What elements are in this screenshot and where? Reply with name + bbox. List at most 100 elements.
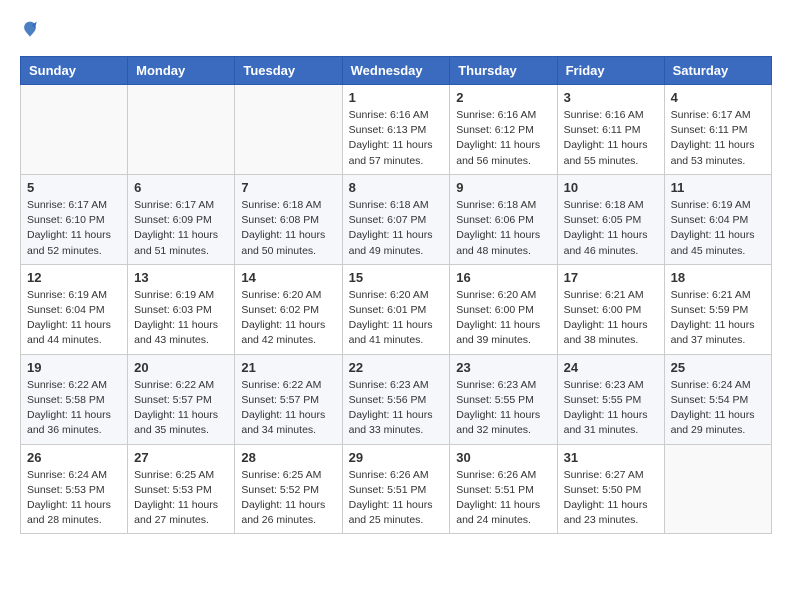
day-info: Sunrise: 6:16 AM Sunset: 6:12 PM Dayligh… [456, 108, 550, 169]
day-number: 8 [349, 180, 444, 195]
day-info: Sunrise: 6:22 AM Sunset: 5:57 PM Dayligh… [134, 378, 228, 439]
day-number: 21 [241, 360, 335, 375]
day-info: Sunrise: 6:22 AM Sunset: 5:58 PM Dayligh… [27, 378, 121, 439]
day-number: 16 [456, 270, 550, 285]
day-info: Sunrise: 6:26 AM Sunset: 5:51 PM Dayligh… [456, 468, 550, 529]
calendar-week-row: 19 Sunrise: 6:22 AM Sunset: 5:58 PM Dayli… [21, 354, 772, 444]
day-number: 25 [671, 360, 765, 375]
logo [20, 20, 44, 40]
calendar-cell: 3Sunrise: 6:16 AM Sunset: 6:11 PM Daylig… [557, 85, 664, 175]
calendar-cell: 8 Sunrise: 6:18 AM Sunset: 6:07 PM Daylig… [342, 174, 450, 264]
calendar-cell: 22Sunrise: 6:23 AM Sunset: 5:56 PM Dayli… [342, 354, 450, 444]
logo-icon [20, 20, 40, 40]
day-info: Sunrise: 6:24 AM Sunset: 5:54 PM Dayligh… [671, 378, 765, 439]
calendar-cell: 27 Sunrise: 6:25 AM Sunset: 5:53 PM Dayli… [128, 444, 235, 534]
day-info: Sunrise: 6:21 AM Sunset: 6:00 PM Dayligh… [564, 288, 658, 349]
day-info: Sunrise: 6:25 AM Sunset: 5:52 PM Dayligh… [241, 468, 335, 529]
day-info: Sunrise: 6:26 AM Sunset: 5:51 PM Dayligh… [349, 468, 444, 529]
calendar-cell: 26 Sunrise: 6:24 AM Sunset: 5:53 PM Dayli… [21, 444, 128, 534]
day-info: Sunrise: 6:23 AM Sunset: 5:55 PM Dayligh… [564, 378, 658, 439]
calendar-week-row: 5 Sunrise: 6:17 AM Sunset: 6:10 PM Daylig… [21, 174, 772, 264]
day-number: 2 [456, 90, 550, 105]
day-info: Sunrise: 6:22 AM Sunset: 5:57 PM Dayligh… [241, 378, 335, 439]
calendar-header-thursday: Thursday [450, 57, 557, 85]
day-info: Sunrise: 6:18 AM Sunset: 6:08 PM Dayligh… [241, 198, 335, 259]
calendar-cell: 20 Sunrise: 6:22 AM Sunset: 5:57 PM Dayli… [128, 354, 235, 444]
day-info: Sunrise: 6:21 AM Sunset: 5:59 PM Dayligh… [671, 288, 765, 349]
calendar-cell: 21 Sunrise: 6:22 AM Sunset: 5:57 PM Dayli… [235, 354, 342, 444]
day-info: Sunrise: 6:18 AM Sunset: 6:07 PM Dayligh… [349, 198, 444, 259]
day-number: 13 [134, 270, 228, 285]
calendar-cell: 28 Sunrise: 6:25 AM Sunset: 5:52 PM Dayli… [235, 444, 342, 534]
calendar-cell: 16 Sunrise: 6:20 AM Sunset: 6:00 PM Dayli… [450, 264, 557, 354]
calendar-header-friday: Friday [557, 57, 664, 85]
calendar-cell: 24 Sunrise: 6:23 AM Sunset: 5:55 PM Dayli… [557, 354, 664, 444]
day-number: 5 [27, 180, 121, 195]
day-number: 12 [27, 270, 121, 285]
calendar-cell [128, 85, 235, 175]
day-number: 1 [349, 90, 444, 105]
day-number: 4 [671, 90, 765, 105]
day-number: 18 [671, 270, 765, 285]
day-number: 11 [671, 180, 765, 195]
day-info: Sunrise: 6:18 AM Sunset: 6:06 PM Dayligh… [456, 198, 550, 259]
calendar-header-saturday: Saturday [664, 57, 771, 85]
day-number: 27 [134, 450, 228, 465]
calendar-header-wednesday: Wednesday [342, 57, 450, 85]
day-info: Sunrise: 6:18 AM Sunset: 6:05 PM Dayligh… [564, 198, 658, 259]
calendar-week-row: 26 Sunrise: 6:24 AM Sunset: 5:53 PM Dayli… [21, 444, 772, 534]
day-info: Sunrise: 6:19 AM Sunset: 6:04 PM Dayligh… [27, 288, 121, 349]
calendar-cell: 4 Sunrise: 6:17 AM Sunset: 6:11 PM Daylig… [664, 85, 771, 175]
calendar-table: SundayMondayTuesdayWednesdayThursdayFrid… [20, 56, 772, 534]
calendar-header-sunday: Sunday [21, 57, 128, 85]
calendar-cell [664, 444, 771, 534]
day-info: Sunrise: 6:25 AM Sunset: 5:53 PM Dayligh… [134, 468, 228, 529]
calendar-cell: 30 Sunrise: 6:26 AM Sunset: 5:51 PM Dayli… [450, 444, 557, 534]
day-number: 6 [134, 180, 228, 195]
calendar-cell: 29 Sunrise: 6:26 AM Sunset: 5:51 PM Dayli… [342, 444, 450, 534]
day-info: Sunrise: 6:19 AM Sunset: 6:03 PM Dayligh… [134, 288, 228, 349]
day-number: 7 [241, 180, 335, 195]
calendar-cell: 13 Sunrise: 6:19 AM Sunset: 6:03 PM Dayli… [128, 264, 235, 354]
calendar-week-row: 1 Sunrise: 6:16 AM Sunset: 6:13 PM Daylig… [21, 85, 772, 175]
day-number: 9 [456, 180, 550, 195]
calendar-cell: 19 Sunrise: 6:22 AM Sunset: 5:58 PM Dayli… [21, 354, 128, 444]
day-number: 14 [241, 270, 335, 285]
day-info: Sunrise: 6:24 AM Sunset: 5:53 PM Dayligh… [27, 468, 121, 529]
day-info: Sunrise: 6:27 AM Sunset: 5:50 PM Dayligh… [564, 468, 658, 529]
calendar-header-monday: Monday [128, 57, 235, 85]
calendar-cell: 1 Sunrise: 6:16 AM Sunset: 6:13 PM Daylig… [342, 85, 450, 175]
day-info: Sunrise: 6:16 AM Sunset: 6:13 PM Dayligh… [349, 108, 444, 169]
day-number: 15 [349, 270, 444, 285]
calendar-cell: 17 Sunrise: 6:21 AM Sunset: 6:00 PM Dayli… [557, 264, 664, 354]
calendar-cell: 18 Sunrise: 6:21 AM Sunset: 5:59 PM Dayli… [664, 264, 771, 354]
day-number: 10 [564, 180, 658, 195]
day-number: 28 [241, 450, 335, 465]
day-number: 17 [564, 270, 658, 285]
day-number: 22 [349, 360, 444, 375]
day-number: 24 [564, 360, 658, 375]
calendar-cell: 25 Sunrise: 6:24 AM Sunset: 5:54 PM Dayli… [664, 354, 771, 444]
calendar-cell: 31 Sunrise: 6:27 AM Sunset: 5:50 PM Dayli… [557, 444, 664, 534]
calendar-cell: 14Sunrise: 6:20 AM Sunset: 6:02 PM Dayli… [235, 264, 342, 354]
day-number: 26 [27, 450, 121, 465]
day-number: 31 [564, 450, 658, 465]
day-info: Sunrise: 6:17 AM Sunset: 6:09 PM Dayligh… [134, 198, 228, 259]
calendar-cell: 5 Sunrise: 6:17 AM Sunset: 6:10 PM Daylig… [21, 174, 128, 264]
day-info: Sunrise: 6:17 AM Sunset: 6:11 PM Dayligh… [671, 108, 765, 169]
calendar-cell: 9 Sunrise: 6:18 AM Sunset: 6:06 PM Daylig… [450, 174, 557, 264]
day-info: Sunrise: 6:17 AM Sunset: 6:10 PM Dayligh… [27, 198, 121, 259]
day-number: 29 [349, 450, 444, 465]
calendar-cell: 11Sunrise: 6:19 AM Sunset: 6:04 PM Dayli… [664, 174, 771, 264]
day-number: 20 [134, 360, 228, 375]
page-header [20, 20, 772, 40]
calendar-cell: 23Sunrise: 6:23 AM Sunset: 5:55 PM Dayli… [450, 354, 557, 444]
calendar-cell [21, 85, 128, 175]
calendar-cell: 10 Sunrise: 6:18 AM Sunset: 6:05 PM Dayli… [557, 174, 664, 264]
calendar-cell: 6 Sunrise: 6:17 AM Sunset: 6:09 PM Daylig… [128, 174, 235, 264]
day-number: 23 [456, 360, 550, 375]
day-info: Sunrise: 6:16 AM Sunset: 6:11 PM Dayligh… [564, 108, 658, 169]
day-number: 19 [27, 360, 121, 375]
day-number: 30 [456, 450, 550, 465]
day-info: Sunrise: 6:20 AM Sunset: 6:00 PM Dayligh… [456, 288, 550, 349]
